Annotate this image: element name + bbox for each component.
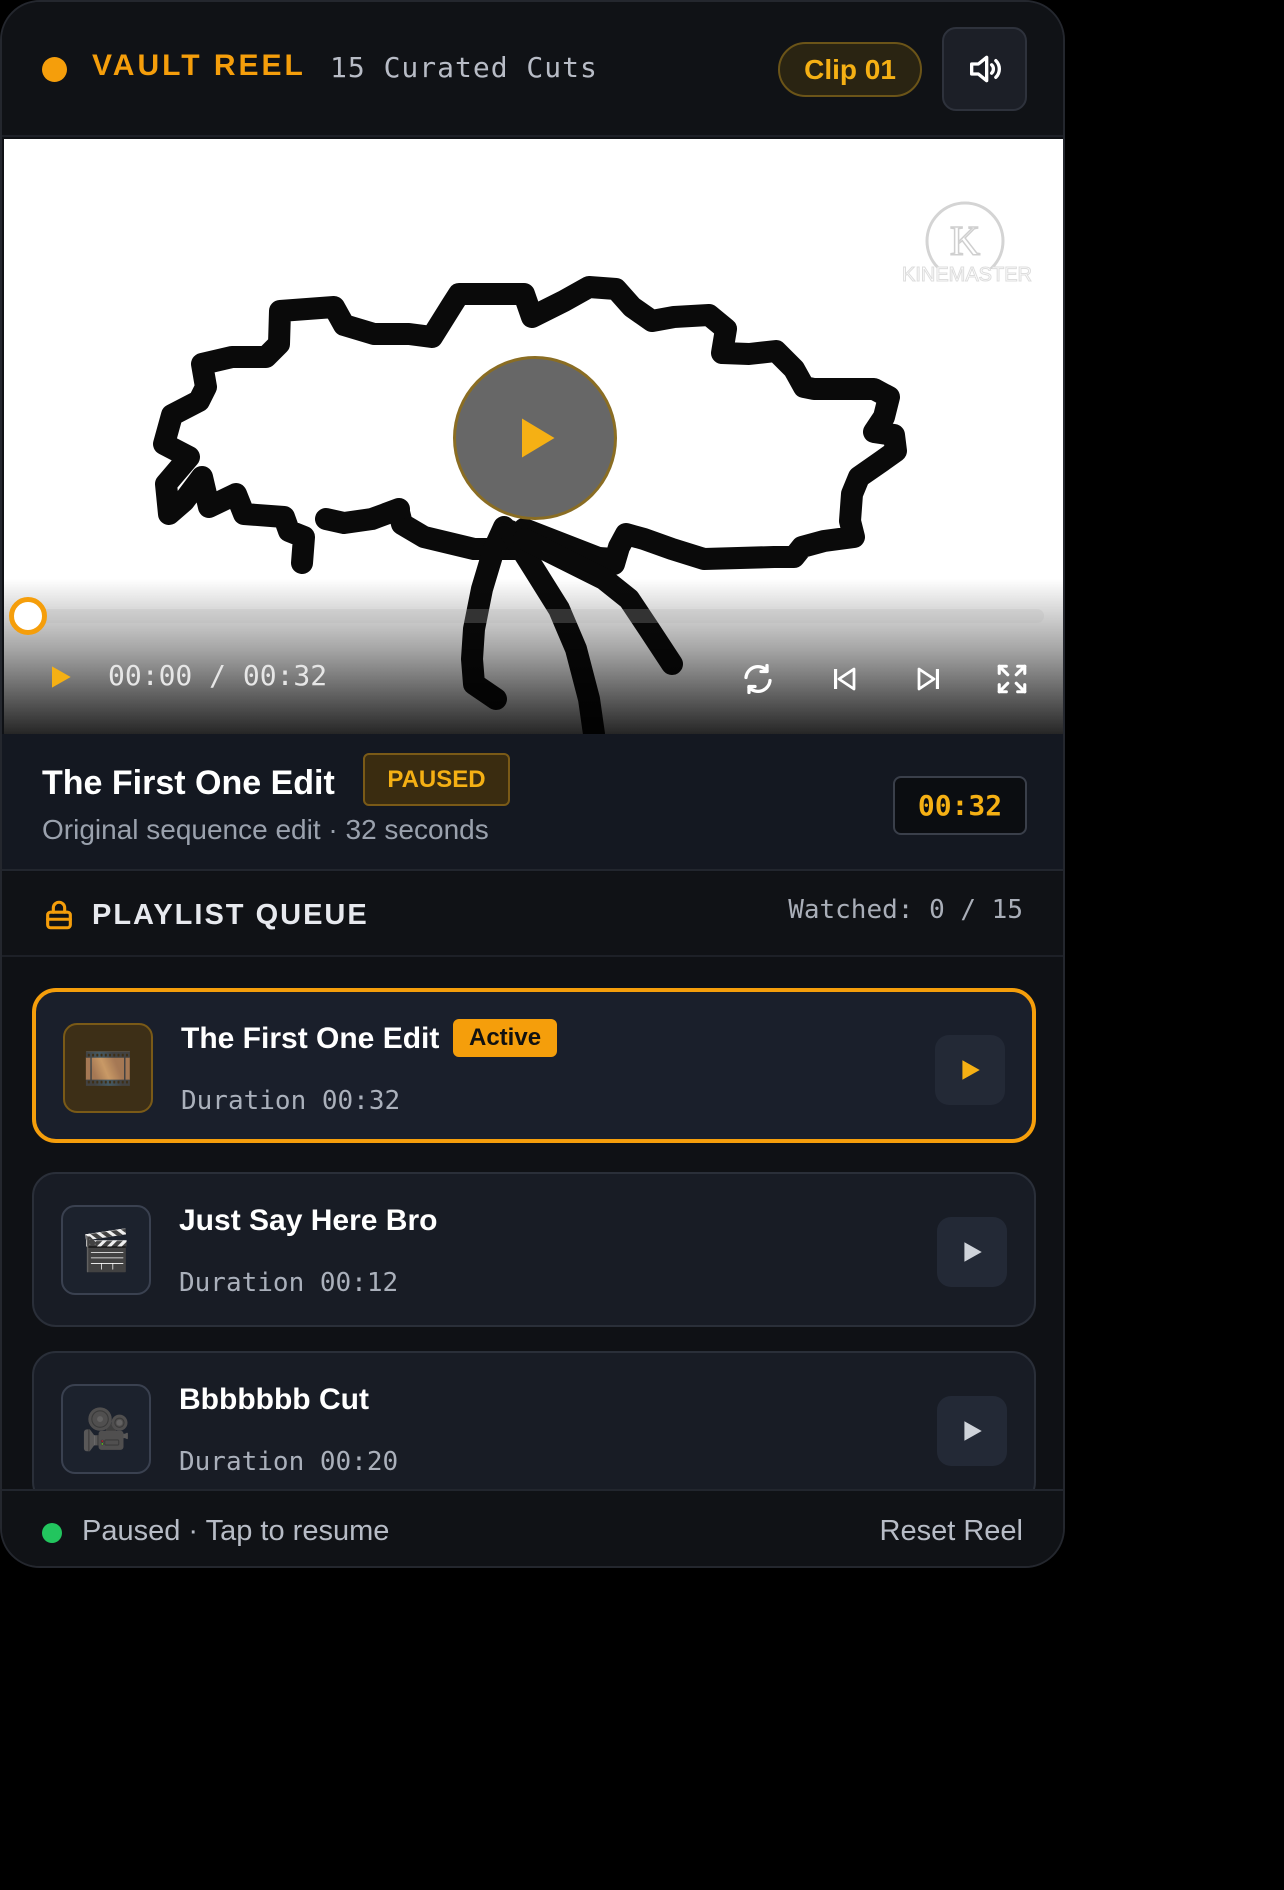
fullscreen-button[interactable] [992, 659, 1032, 699]
playlist-item-play-button[interactable] [935, 1035, 1005, 1105]
timecode: 00:00 / 00:32 [108, 659, 328, 692]
reset-reel-button[interactable]: Reset Reel [880, 1515, 1023, 1548]
playlist-item-title: Just Say Here Bro [179, 1204, 438, 1237]
status-text[interactable]: Paused · Tap to resume [82, 1515, 389, 1548]
watched-counter: Watched: 0 / 15 [788, 895, 1023, 925]
replay-icon [744, 663, 772, 695]
watermark-logo: K KINEMASTER [892, 169, 1042, 294]
live-dot [42, 57, 67, 82]
fullscreen-icon [997, 664, 1027, 694]
playlist-item[interactable]: 🎬 Just Say Here Bro Duration 00:12 [32, 1172, 1036, 1327]
speaker-icon [969, 55, 1001, 83]
skip-next-icon [917, 667, 939, 691]
playlist-list: 🎞️ The First One Edit Active Duration 00… [2, 959, 1063, 1489]
duration-display: 00:32 [893, 776, 1027, 835]
brand-subtitle: 15 Curated Cuts [330, 51, 598, 84]
playlist-item[interactable]: 🎥 Bbbbbbb Cut Duration 00:20 [32, 1351, 1036, 1489]
brand-title: VAULT REEL [92, 49, 306, 82]
center-play-button[interactable] [453, 356, 617, 520]
controls-overlay [4, 579, 1063, 734]
previous-button[interactable] [824, 659, 864, 699]
replay-button[interactable] [738, 659, 778, 699]
now-playing-info: The First One Edit PAUSED Original seque… [2, 734, 1063, 871]
playlist-item-duration: Duration 00:32 [181, 1086, 401, 1116]
video-player[interactable]: K KINEMASTER 00:00 / 00:32 [4, 139, 1063, 734]
play-icon [522, 418, 555, 458]
status-dot [42, 1523, 62, 1543]
play-icon [962, 1060, 980, 1080]
now-playing-title: The First One Edit [42, 764, 335, 802]
status-bar: Paused · Tap to resume Reset Reel [2, 1489, 1063, 1566]
progress-scrubber[interactable] [9, 597, 47, 635]
volume-button[interactable] [942, 27, 1027, 111]
film-projector-icon: 🎞️ [63, 1023, 153, 1113]
playlist-item-play-button[interactable] [937, 1396, 1007, 1466]
active-badge: Active [453, 1019, 558, 1057]
svg-text:K: K [950, 219, 980, 265]
play-icon [52, 666, 71, 688]
skip-previous-icon [834, 667, 856, 691]
state-badge: PAUSED [363, 753, 510, 806]
playlist-item[interactable]: 🎞️ The First One Edit Active Duration 00… [32, 988, 1036, 1143]
playlist-item-title: The First One Edit [181, 1022, 440, 1055]
clapperboard-icon: 🎬 [61, 1205, 151, 1295]
movie-camera-icon: 🎥 [61, 1384, 151, 1474]
play-icon [964, 1421, 982, 1441]
player-card: VAULT REEL 15 Curated Cuts Clip 01 K KIN… [0, 0, 1065, 1568]
playlist-item-duration: Duration 00:20 [179, 1447, 399, 1477]
next-button[interactable] [909, 659, 949, 699]
clip-number-pill: Clip 01 [778, 42, 922, 97]
progress-bar[interactable] [26, 609, 1044, 623]
control-play-button[interactable] [44, 661, 76, 693]
now-playing-description: Original sequence edit · 32 seconds [42, 814, 489, 845]
lock-icon [46, 900, 72, 930]
playlist-item-duration: Duration 00:12 [179, 1268, 399, 1298]
playlist-header: PLAYLIST QUEUE Watched: 0 / 15 [2, 872, 1063, 957]
top-bar: VAULT REEL 15 Curated Cuts Clip 01 [2, 2, 1063, 137]
playlist-item-play-button[interactable] [937, 1217, 1007, 1287]
playlist-heading: PLAYLIST QUEUE [92, 899, 369, 931]
playlist-item-title: Bbbbbbb Cut [179, 1383, 369, 1416]
watermark-text: KINEMASTER [901, 264, 1033, 287]
play-icon [964, 1242, 982, 1262]
